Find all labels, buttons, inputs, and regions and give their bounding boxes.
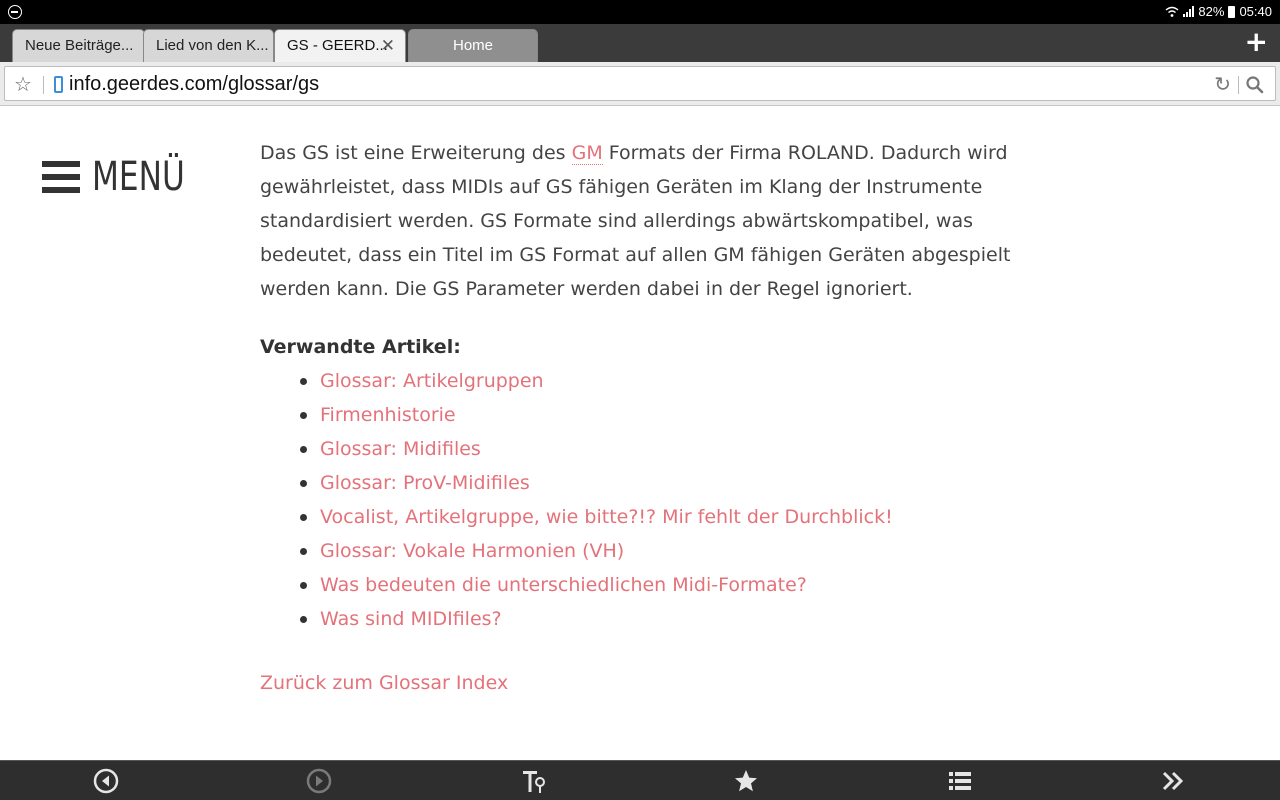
list-item: Glossar: Artikelgruppen — [300, 364, 1020, 398]
forward-icon — [306, 768, 332, 794]
status-bar: 82% 05:40 — [0, 0, 1280, 24]
text-size-icon — [523, 771, 545, 793]
forward-button[interactable] — [305, 767, 333, 795]
divider — [1238, 76, 1239, 94]
close-tab-icon[interactable]: ✕ — [381, 30, 395, 61]
related-link[interactable]: Vocalist, Artikelgruppe, wie bitte?!? Mi… — [320, 506, 893, 528]
url-box[interactable]: ☆ info.geerdes.com/glossar/gs ↻ — [4, 66, 1276, 101]
list-item: Glossar: Vokale Harmonien (VH) — [300, 534, 1020, 568]
status-right: 82% 05:40 — [1165, 4, 1272, 19]
intro-text-start: Das GS ist eine Erweiterung des — [260, 142, 572, 164]
do-not-disturb-icon — [8, 5, 22, 19]
list-item: Glossar: Midifiles — [300, 432, 1020, 466]
tab-label: GS - GEERD... — [287, 37, 388, 54]
related-link[interactable]: Firmenhistorie — [320, 404, 456, 426]
more-button[interactable] — [1159, 767, 1187, 795]
signal-icon — [1183, 6, 1195, 17]
related-link[interactable]: Glossar: Midifiles — [320, 438, 481, 460]
related-link[interactable]: Glossar: ProV-Midifiles — [320, 472, 530, 494]
intro-text-rest: Formats der Firma ROLAND. Dadurch wird g… — [260, 142, 1011, 300]
related-articles-list: Glossar: Artikelgruppen Firmenhistorie G… — [300, 364, 1020, 636]
text-size-button[interactable] — [520, 767, 548, 795]
tab-label: Lied von den K... — [156, 37, 269, 54]
wifi-icon — [1165, 6, 1179, 17]
related-link[interactable]: Glossar: Vokale Harmonien (VH) — [320, 540, 624, 562]
new-tab-button[interactable]: + — [1245, 28, 1268, 56]
related-link[interactable]: Was bedeuten die unterschiedlichen Midi-… — [320, 574, 807, 596]
tab-label: Home — [452, 37, 493, 54]
bookmark-star-icon — [735, 770, 757, 792]
tab-label: Neue Beiträge... — [25, 37, 134, 54]
address-bar: ☆ info.geerdes.com/glossar/gs ↻ — [0, 62, 1280, 106]
back-icon — [93, 768, 119, 794]
related-link[interactable]: Glossar: Artikelgruppen — [320, 370, 544, 392]
list-item: Was sind MIDIfiles? — [300, 602, 1020, 636]
list-item: Vocalist, Artikelgruppe, wie bitte?!? Mi… — [300, 500, 1020, 534]
list-item: Firmenhistorie — [300, 398, 1020, 432]
list-button[interactable] — [946, 767, 974, 795]
list-item: Was bedeuten die unterschiedlichen Midi-… — [300, 568, 1020, 602]
search-icon[interactable] — [1245, 75, 1265, 95]
add-bookmark-icon[interactable]: ☆ — [14, 73, 32, 95]
menu-button[interactable]: MENÜ — [42, 156, 211, 198]
more-chevrons-icon — [1162, 771, 1184, 791]
battery-icon — [1228, 5, 1236, 18]
tab-strip: Neue Beiträge... Lied von den K... GS - … — [0, 24, 1280, 62]
site-favicon-icon — [54, 76, 63, 93]
tab-gs-geerdes[interactable]: GS - GEERD... ✕ — [274, 29, 406, 62]
reload-icon[interactable]: ↻ — [1214, 72, 1231, 96]
page-content: MENÜ Das GS ist eine Erweiterung des GM … — [0, 106, 1280, 760]
article-body: Das GS ist eine Erweiterung des GM Forma… — [260, 136, 1020, 700]
bottom-toolbar — [0, 760, 1280, 800]
related-articles-heading: Verwandte Artikel: — [260, 336, 461, 358]
list-item: Glossar: ProV-Midifiles — [300, 466, 1020, 500]
tab-neue-beitraege[interactable]: Neue Beiträge... — [12, 29, 145, 62]
menu-label: MENÜ — [92, 154, 185, 200]
related-link[interactable]: Was sind MIDIfiles? — [320, 608, 502, 630]
url-input[interactable]: info.geerdes.com/glossar/gs — [69, 73, 319, 96]
clock: 05:40 — [1239, 4, 1272, 19]
list-icon — [949, 772, 971, 790]
intro-paragraph: Das GS ist eine Erweiterung des GM Forma… — [260, 136, 1020, 306]
back-button[interactable] — [92, 767, 120, 795]
back-to-glossary-link[interactable]: Zurück zum Glossar Index — [260, 666, 508, 700]
bookmarks-button[interactable] — [732, 767, 760, 795]
divider — [43, 76, 44, 94]
gm-link[interactable]: GM — [571, 142, 603, 165]
hamburger-icon — [42, 161, 80, 193]
battery-percent: 82% — [1198, 4, 1225, 19]
tab-lied-von-den-k[interactable]: Lied von den K... — [143, 29, 274, 62]
tab-home[interactable]: Home — [408, 29, 538, 62]
